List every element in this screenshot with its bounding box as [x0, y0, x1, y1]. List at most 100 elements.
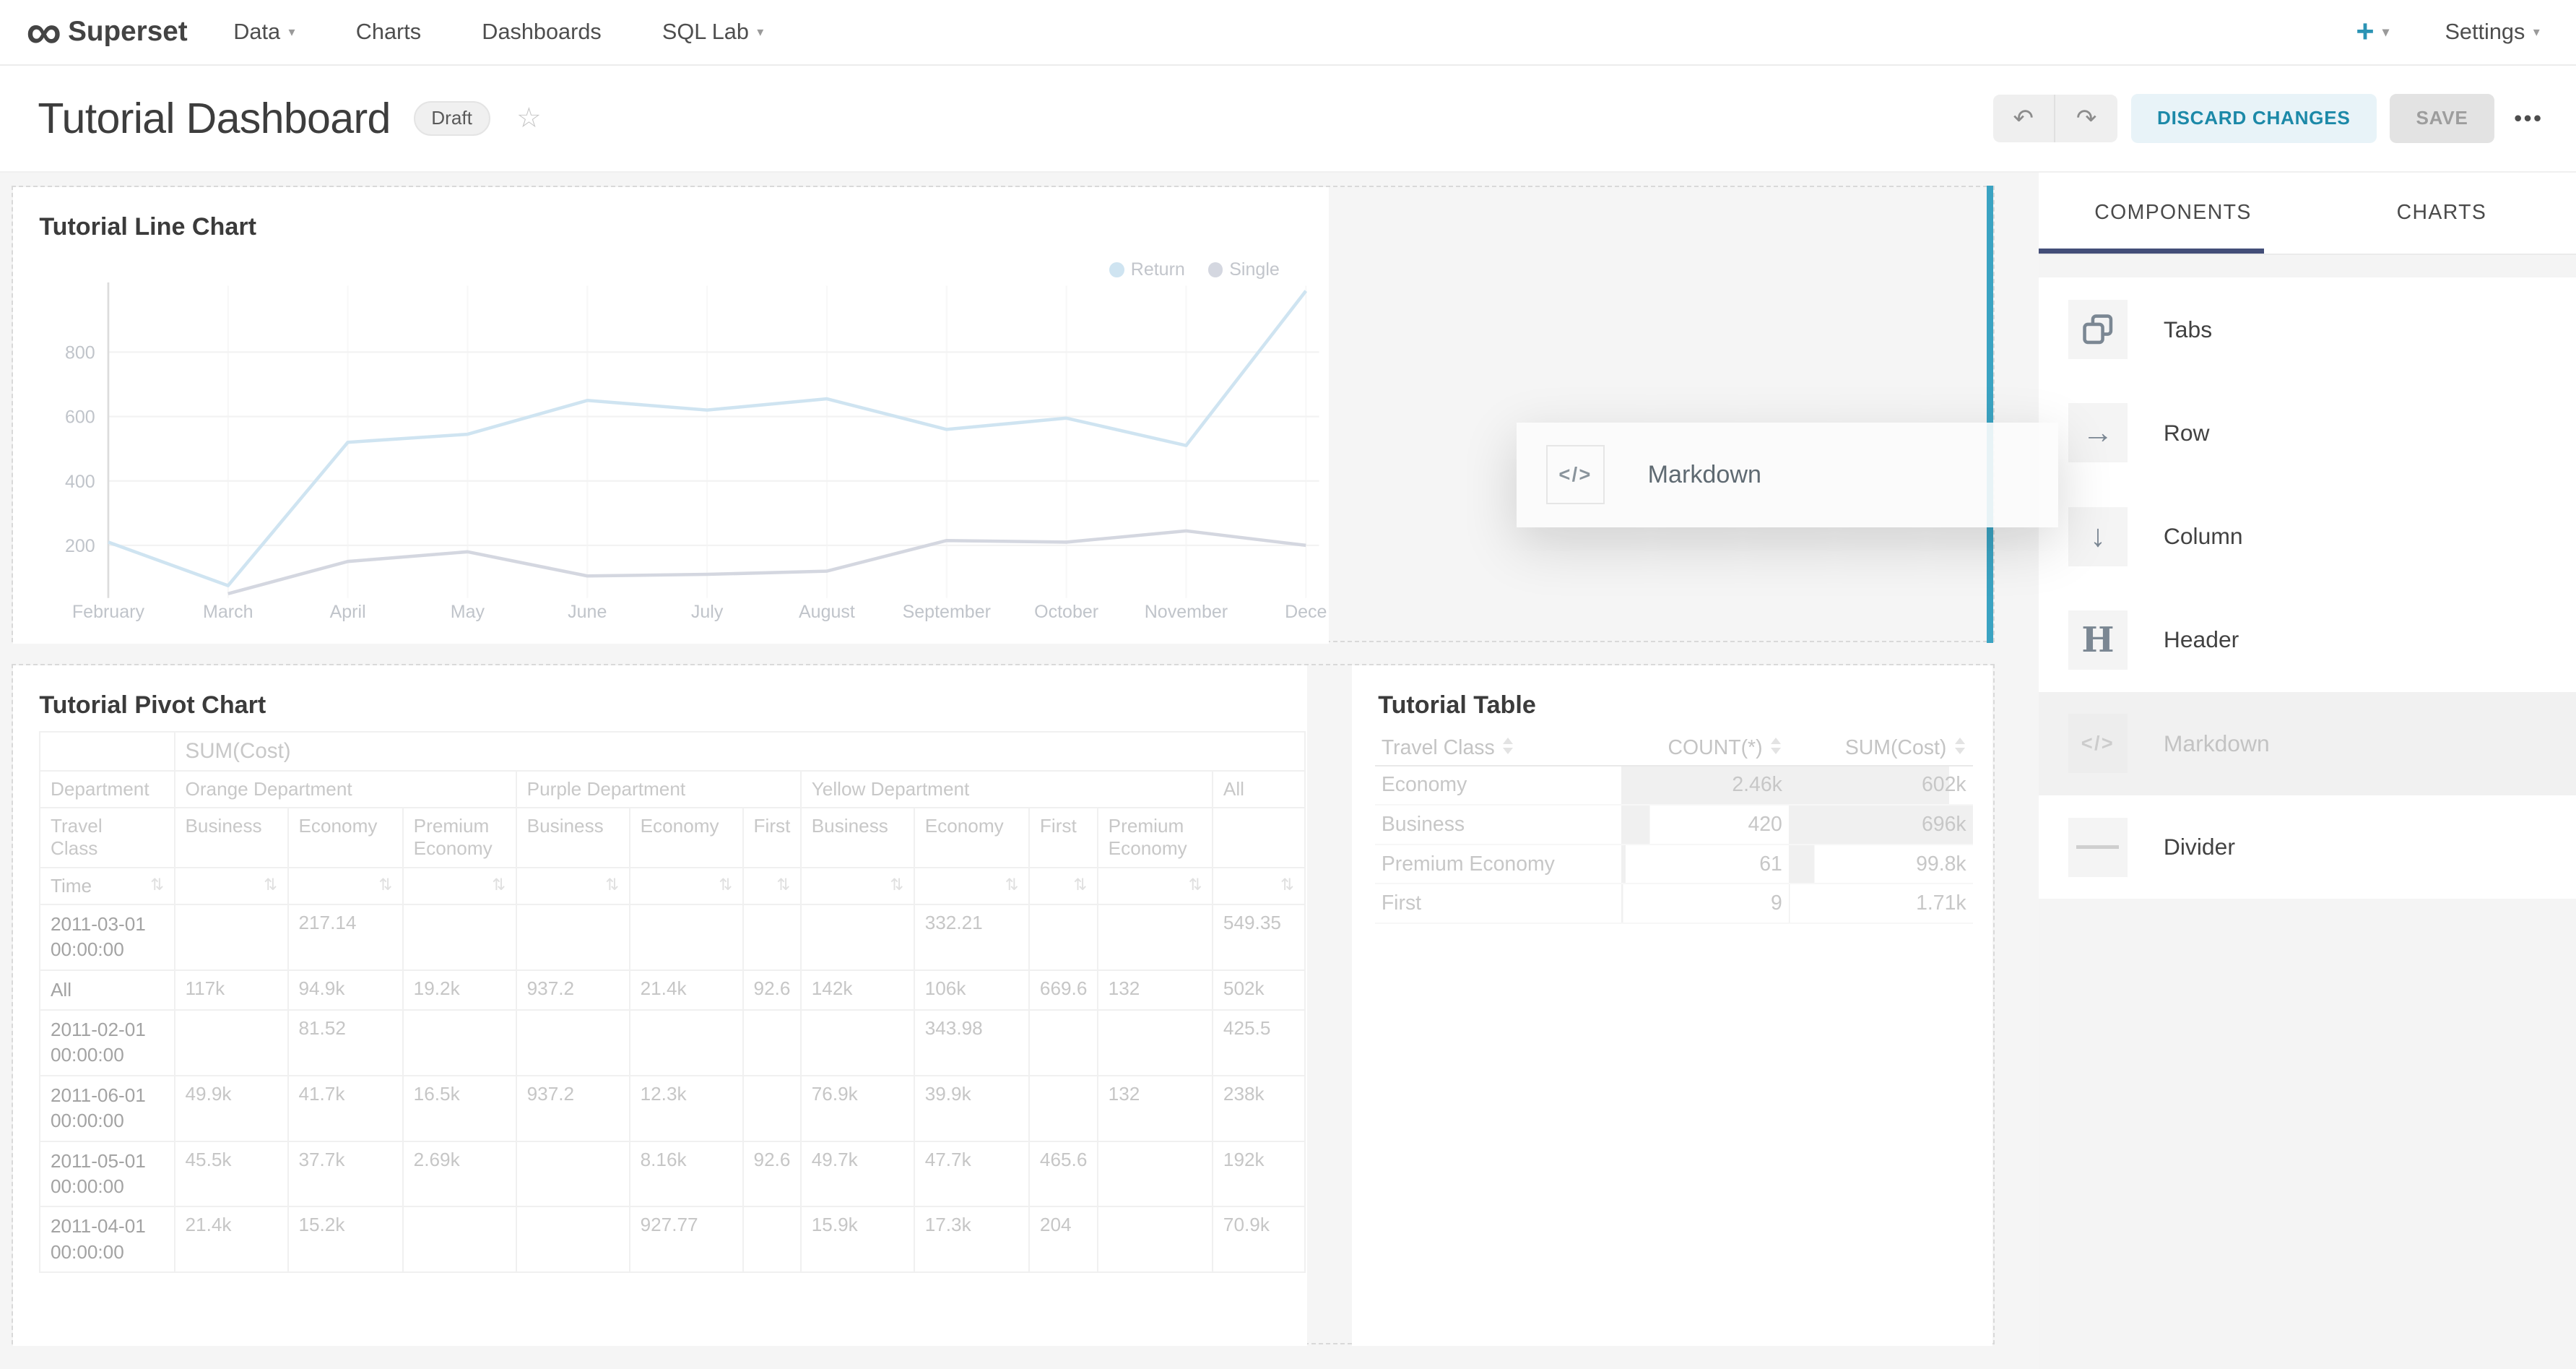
pivot-travel-class-col — [1213, 808, 1304, 867]
nav-item-label: Data — [233, 19, 280, 45]
pivot-sort-cell[interactable]: ⇅ — [743, 868, 801, 904]
sidebar-item-label: Row — [2164, 420, 2210, 446]
sort-icon[interactable] — [1771, 738, 1782, 754]
sidebar-item-row[interactable]: →Row — [2039, 381, 2576, 485]
sort-icon[interactable]: ⇅ — [1189, 875, 1202, 894]
pivot-sort-cell[interactable]: ⇅ — [1098, 868, 1213, 904]
tab-components[interactable]: COMPONENTS — [2039, 173, 2307, 254]
save-button[interactable]: SAVE — [2390, 94, 2494, 143]
pivot-sort-cell[interactable]: ⇅ — [1213, 868, 1304, 904]
svg-text:March: March — [203, 602, 253, 622]
pivot-sort-cell[interactable]: ⇅ — [630, 868, 743, 904]
svg-text:800: 800 — [65, 343, 95, 363]
settings-menu[interactable]: Settings ▾ — [2445, 19, 2539, 45]
tab-charts[interactable]: CHARTS — [2307, 173, 2576, 254]
pivot-travel-class-col: Economy — [914, 808, 1029, 867]
sidebar-item-header[interactable]: HHeader — [2039, 588, 2576, 691]
nav-item-charts[interactable]: Charts — [356, 19, 421, 45]
pivot-value-cell: 937.2 — [516, 970, 630, 1010]
pivot-row-header: 2011-03-01 00:00:00 — [40, 904, 175, 970]
pivot-value-cell: 8.16k — [630, 1141, 743, 1207]
superset-dashboard-editor: ∞ Superset Data▾ Charts Dashboards SQL Lab▾… — [0, 0, 2576, 1369]
pivot-chart-card[interactable]: Tutorial Pivot Chart SUM(Cost)Department… — [13, 665, 1308, 1346]
pivot-value-cell — [801, 1010, 914, 1076]
new-item-button[interactable]: + ▾ — [2356, 14, 2389, 50]
pivot-travel-class-col: Business — [175, 808, 288, 867]
dragged-markdown-component[interactable]: </> Markdown — [1517, 423, 2059, 528]
pivot-value-cell: 549.35 — [1213, 904, 1304, 970]
cell-count: 2.46k — [1621, 766, 1789, 806]
redo-button[interactable]: ↷ — [2055, 95, 2117, 142]
sort-icon[interactable]: ⇅ — [605, 875, 619, 894]
pivot-value-cell: 15.2k — [288, 1206, 403, 1272]
plus-icon: + — [2356, 14, 2374, 50]
sidebar-item-column[interactable]: ↓Column — [2039, 485, 2576, 588]
pivot-value-cell — [743, 1206, 801, 1272]
sort-icon[interactable]: ⇅ — [890, 875, 903, 894]
pivot-sort-cell[interactable]: ⇅ — [403, 868, 516, 904]
pivot-value-cell — [403, 904, 516, 970]
discard-changes-button[interactable]: DISCARD CHANGES — [2131, 94, 2377, 143]
pivot-value-cell: 41.7k — [288, 1076, 403, 1141]
legend-item-single[interactable]: Single — [1208, 259, 1280, 280]
nav-item-data[interactable]: Data▾ — [233, 19, 295, 45]
sort-icon[interactable]: ⇅ — [1073, 875, 1087, 894]
pivot-sort-cell[interactable]: ⇅ — [288, 868, 403, 904]
svg-text:October: October — [1034, 602, 1098, 622]
legend-label: Single — [1229, 259, 1280, 280]
sort-icon[interactable] — [1955, 738, 1966, 754]
sort-icon[interactable] — [1503, 738, 1514, 754]
legend-dot-icon — [1208, 262, 1223, 277]
chart-legend: Return Single — [1109, 259, 1280, 280]
sidebar-item-label: Header — [2164, 626, 2239, 653]
pivot-sort-cell[interactable]: ⇅ — [801, 868, 914, 904]
pivot-travel-class-col: Economy — [288, 808, 403, 867]
sort-icon[interactable]: ⇅ — [492, 875, 506, 894]
legend-item-return[interactable]: Return — [1109, 259, 1185, 280]
pivot-time-header[interactable]: Time⇅ — [40, 868, 175, 904]
pivot-sort-cell[interactable]: ⇅ — [175, 868, 288, 904]
sort-icon[interactable]: ⇅ — [378, 875, 392, 894]
sort-icon[interactable]: ⇅ — [719, 875, 732, 894]
sort-icon[interactable]: ⇅ — [1005, 875, 1019, 894]
pivot-value-cell: 39.9k — [914, 1076, 1029, 1141]
pivot-travel-class-col: Premium Economy — [1098, 808, 1213, 867]
table-header-sum-cost-[interactable]: SUM(Cost) — [1789, 731, 1973, 766]
sidebar-item-markdown[interactable]: </>Markdown — [2039, 692, 2576, 795]
pivot-sort-cell[interactable]: ⇅ — [1029, 868, 1098, 904]
svg-text:August: August — [799, 602, 855, 622]
pivot-value-cell — [403, 1010, 516, 1076]
sort-icon[interactable]: ⇅ — [776, 875, 790, 894]
dashboard-row-1[interactable]: Tutorial Line Chart ReturnSingle 2004006… — [12, 186, 1995, 642]
header-label: SUM(Cost) — [1845, 736, 1947, 759]
favorite-star-icon[interactable]: ☆ — [516, 102, 542, 134]
more-menu-icon[interactable]: ••• — [2514, 105, 2543, 131]
svg-text:200: 200 — [65, 536, 95, 556]
nav-item-sql-lab[interactable]: SQL Lab▾ — [662, 19, 764, 45]
table-header-count-[interactable]: COUNT(*) — [1621, 731, 1789, 766]
superset-logo[interactable]: ∞ Superset — [26, 9, 187, 56]
undo-button[interactable]: ↶ — [1993, 95, 2055, 142]
pivot-value-cell: 45.5k — [175, 1141, 288, 1207]
dashboard-row-2[interactable]: Tutorial Pivot Chart SUM(Cost)Department… — [12, 664, 1995, 1344]
pivot-travel-class-label: Travel Class — [40, 808, 175, 867]
sidebar-item-divider[interactable]: Divider — [2039, 795, 2576, 899]
pivot-sort-cell[interactable]: ⇅ — [516, 868, 630, 904]
page-title[interactable]: Tutorial Dashboard — [38, 93, 390, 143]
svg-text:600: 600 — [65, 407, 95, 428]
cell-sum: 99.8k — [1789, 845, 1973, 884]
pivot-row: All117k94.9k19.2k937.221.4k92.6142k106k6… — [40, 970, 1304, 1010]
line-chart-card[interactable]: Tutorial Line Chart ReturnSingle 2004006… — [13, 187, 1329, 644]
sort-icon[interactable]: ⇅ — [1280, 875, 1294, 894]
nav-item-label: Charts — [356, 19, 421, 45]
sidebar-item-tabs[interactable]: Tabs — [2039, 277, 2576, 381]
sort-icon[interactable]: ⇅ — [150, 875, 164, 894]
table-chart-card[interactable]: Tutorial Table Travel ClassCOUNT(*)SUM(C… — [1352, 665, 1992, 1346]
pivot-value-cell — [743, 904, 801, 970]
table-header-travel-class[interactable]: Travel Class — [1375, 731, 1621, 766]
sort-icon[interactable]: ⇅ — [264, 875, 277, 894]
nav-item-dashboards[interactable]: Dashboards — [482, 19, 601, 45]
pivot-row: 2011-05-01 00:00:0045.5k37.7k2.69k8.16k9… — [40, 1141, 1304, 1207]
cell-count: 61 — [1621, 845, 1789, 884]
pivot-sort-cell[interactable]: ⇅ — [914, 868, 1029, 904]
